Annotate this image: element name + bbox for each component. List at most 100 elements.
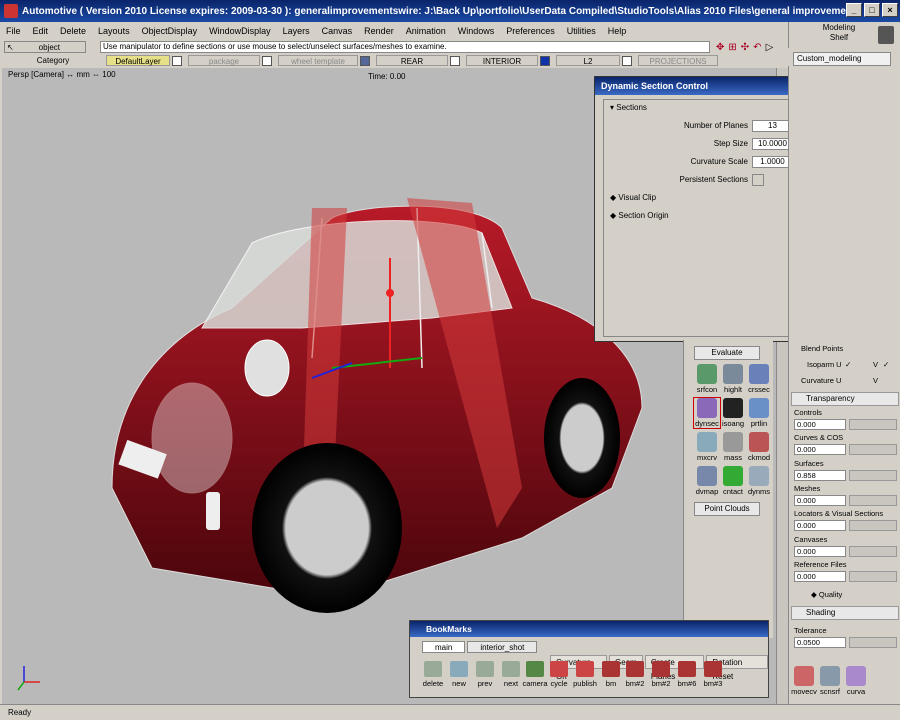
curvature-scale-input[interactable]: 1.0000 xyxy=(752,156,790,168)
curves-slider[interactable] xyxy=(849,444,897,455)
layer-visibility-checkbox[interactable] xyxy=(622,55,632,66)
menu-animation[interactable]: Animation xyxy=(400,26,452,36)
locators-input[interactable]: 0.000 xyxy=(794,520,846,531)
layer-visibility-checkbox[interactable] xyxy=(450,55,460,66)
bookmark-bm2[interactable]: bm#2 xyxy=(622,661,648,688)
section-origin-expander[interactable]: ◆ Section Origin xyxy=(610,210,669,222)
menu-windowdisplay[interactable]: WindowDisplay xyxy=(203,26,277,36)
number-of-planes-input[interactable]: 13 xyxy=(752,120,790,132)
locators-slider[interactable] xyxy=(849,520,897,531)
meshes-input[interactable]: 0.000 xyxy=(794,495,846,506)
layer-projections[interactable]: PROJECTIONS xyxy=(638,55,718,66)
play-icon[interactable]: ▷ xyxy=(766,42,774,53)
bookmark-bm2-b[interactable]: bm#2 xyxy=(648,661,674,688)
layer-visibility-checkbox[interactable] xyxy=(262,55,272,66)
surfaces-slider[interactable] xyxy=(849,470,897,481)
point-clouds-header[interactable]: Point Clouds xyxy=(694,502,760,516)
tool-dynsec[interactable]: dynsec xyxy=(693,397,721,429)
close-button[interactable]: × xyxy=(882,3,898,17)
menu-utilities[interactable]: Utilities xyxy=(561,26,602,36)
menu-render[interactable]: Render xyxy=(358,26,400,36)
shading-section[interactable]: Shading xyxy=(791,606,899,620)
bookmark-bm3[interactable]: bm#3 xyxy=(700,661,726,688)
bookmark-camera[interactable]: camera xyxy=(522,661,548,688)
controls-slider[interactable] xyxy=(849,419,897,430)
tool-highlt[interactable]: highlt xyxy=(720,364,746,394)
evaluate-header[interactable]: Evaluate xyxy=(694,346,760,360)
bookmark-new[interactable]: new xyxy=(446,661,472,688)
bookmarks-title[interactable]: BookMarks xyxy=(410,621,768,637)
menu-objectdisplay[interactable]: ObjectDisplay xyxy=(136,26,204,36)
category-label[interactable]: Category xyxy=(0,56,106,65)
app-icon xyxy=(4,4,18,18)
visual-clip-expander[interactable]: ◆ Visual Clip xyxy=(610,192,656,204)
menu-canvas[interactable]: Canvas xyxy=(316,26,359,36)
tool-ckmod[interactable]: ckmod xyxy=(746,432,772,462)
snap-icon[interactable]: ✣ xyxy=(741,42,749,53)
tool-mass[interactable]: mass xyxy=(720,432,746,462)
bookmark-bm[interactable]: bm xyxy=(598,661,624,688)
transparency-section[interactable]: Transparency xyxy=(791,392,899,406)
menu-preferences[interactable]: Preferences xyxy=(500,26,561,36)
layer-visibility-checkbox[interactable] xyxy=(540,55,550,66)
reference-files-slider[interactable] xyxy=(849,571,897,582)
minimize-button[interactable]: _ xyxy=(846,3,862,17)
menu-help[interactable]: Help xyxy=(602,26,633,36)
layer-default[interactable]: DefaultLayer xyxy=(106,55,170,66)
tool-dvmap[interactable]: dvmap xyxy=(694,466,720,496)
controls-input[interactable]: 0.000 xyxy=(794,419,846,430)
tool-movecv[interactable]: movecv xyxy=(791,666,817,696)
sections-expander[interactable]: ▾ Sections xyxy=(610,102,647,114)
grid-icon[interactable]: ⊞ xyxy=(728,42,736,53)
curves-input[interactable]: 0.000 xyxy=(794,444,846,455)
quality-expander[interactable]: ◆ Quality xyxy=(811,590,842,599)
bookmark-bm6[interactable]: bm#6 xyxy=(674,661,700,688)
tool-srfcon[interactable]: srfcon xyxy=(694,364,720,394)
layer-package[interactable]: package xyxy=(188,55,260,66)
bookmark-delete[interactable]: delete xyxy=(420,661,446,688)
reference-files-input[interactable]: 0.000 xyxy=(794,571,846,582)
tolerance-input[interactable]: 0.0500 xyxy=(794,637,846,648)
maximize-button[interactable]: □ xyxy=(864,3,880,17)
layer-l2[interactable]: L2 xyxy=(556,55,620,66)
canvases-input[interactable]: 0.000 xyxy=(794,546,846,557)
meshes-slider[interactable] xyxy=(849,495,897,506)
tab-interior-shot[interactable]: interior_shot xyxy=(467,641,538,653)
pick-mode-button[interactable]: ↖ object xyxy=(4,41,86,53)
bookmark-publish[interactable]: publish xyxy=(572,661,598,688)
menu-layouts[interactable]: Layouts xyxy=(92,26,136,36)
menu-file[interactable]: File xyxy=(0,26,27,36)
tool-cntact[interactable]: cntact xyxy=(720,466,746,496)
menu-edit[interactable]: Edit xyxy=(27,26,55,36)
tab-main[interactable]: main xyxy=(422,641,466,653)
tool-isoang[interactable]: isoang xyxy=(720,398,746,428)
trash-icon[interactable] xyxy=(878,26,894,44)
layer-visibility-checkbox[interactable] xyxy=(360,55,370,66)
isoparm-u-checkbox[interactable]: ✓ xyxy=(845,360,851,369)
tab-custom-modeling[interactable]: Custom_modeling xyxy=(793,52,891,66)
bookmark-next[interactable]: next xyxy=(498,661,524,688)
layer-interior[interactable]: INTERIOR xyxy=(466,55,538,66)
persistent-sections-checkbox[interactable] xyxy=(752,174,764,186)
menu-layers[interactable]: Layers xyxy=(277,26,316,36)
bookmark-prev[interactable]: prev xyxy=(472,661,498,688)
layer-visibility-checkbox[interactable] xyxy=(172,55,182,66)
layer-wheel-template[interactable]: wheel template xyxy=(278,55,358,66)
menu-windows[interactable]: Windows xyxy=(452,26,501,36)
step-size-input[interactable]: 10.0000 xyxy=(752,138,790,150)
move-icon[interactable]: ✥ xyxy=(716,42,724,53)
tool-crssec[interactable]: crssec xyxy=(746,364,772,394)
undo-icon[interactable]: ↶ xyxy=(753,42,761,53)
isoparm-v-checkbox[interactable]: ✓ xyxy=(883,360,889,369)
tolerance-slider[interactable] xyxy=(849,637,897,648)
layer-rear[interactable]: REAR xyxy=(376,55,448,66)
tool-prtlin[interactable]: prtlin xyxy=(746,398,772,428)
tool-scnsrf[interactable]: scnsrf xyxy=(817,666,843,696)
surfaces-input[interactable]: 0.858 xyxy=(794,470,846,481)
tool-curva[interactable]: curva xyxy=(843,666,869,696)
tool-mxcrv[interactable]: mxcrv xyxy=(694,432,720,462)
canvases-slider[interactable] xyxy=(849,546,897,557)
tool-dynms[interactable]: dynms xyxy=(746,466,772,496)
bookmark-cycle[interactable]: cycle xyxy=(546,661,572,688)
menu-delete[interactable]: Delete xyxy=(54,26,92,36)
